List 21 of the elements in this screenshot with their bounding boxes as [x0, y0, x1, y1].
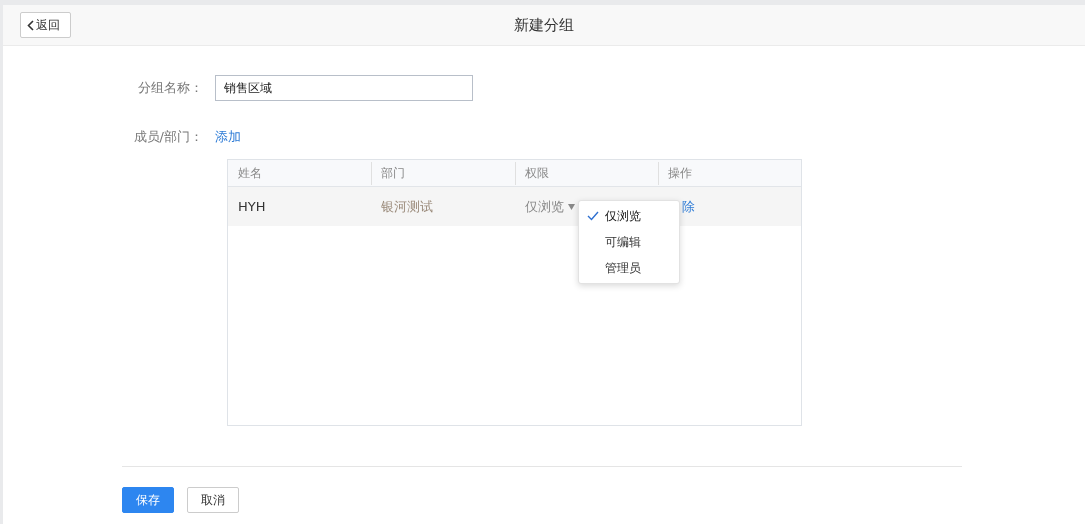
cancel-button[interactable]: 取消 — [187, 487, 239, 513]
back-button[interactable]: 返回 — [20, 12, 71, 38]
delete-link[interactable]: 除 — [681, 197, 695, 216]
column-header: 姓名 — [237, 164, 263, 182]
chevron-left-icon — [27, 19, 34, 31]
menu-item[interactable]: 仅浏览 — [579, 203, 679, 229]
column-header: 操作 — [657, 164, 801, 182]
save-button[interactable]: 保存 — [122, 487, 174, 513]
table-cell-text: 银河测试 — [380, 197, 435, 216]
members-label: 成员/部门： — [132, 128, 204, 146]
group-name-field[interactable]: 销售区域 — [215, 75, 473, 101]
caret-icon[interactable] — [567, 203, 575, 210]
menu-item[interactable]: 管理员 — [579, 255, 679, 281]
check-icon — [587, 211, 599, 221]
table-cell-text: HYH — [237, 199, 267, 214]
menu-item[interactable]: 可编辑 — [579, 229, 679, 255]
column-header: 部门 — [371, 164, 515, 182]
page-title: 新建分组 — [514, 15, 574, 34]
group-name-label: 分组名称： — [137, 79, 204, 97]
column-header: 权限 — [514, 164, 658, 182]
add-link[interactable]: 添加 — [215, 128, 241, 146]
